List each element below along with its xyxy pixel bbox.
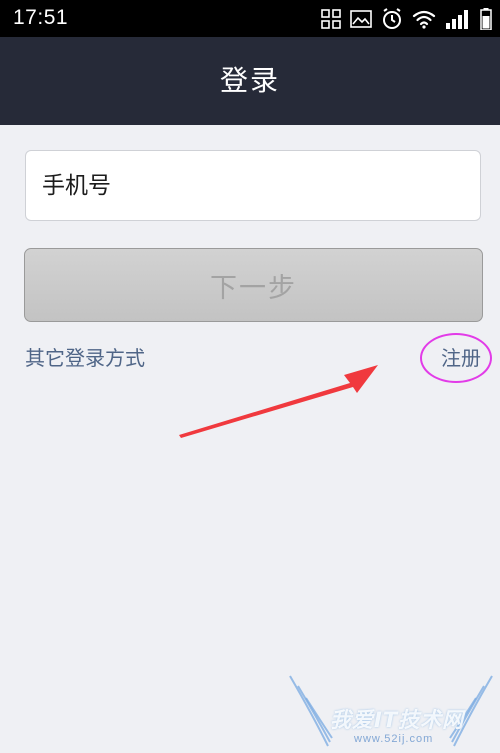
other-login-methods-link[interactable]: 其它登录方式 — [25, 344, 145, 372]
watermark-url: www.52ij.com — [354, 733, 434, 745]
watermark-wings-icon — [289, 675, 493, 747]
annotation-arrow-icon — [179, 365, 378, 438]
nav-bar: 登录 — [0, 37, 500, 125]
status-bar: 17:51 — [0, 0, 500, 37]
grid-icon — [321, 9, 341, 29]
battery-icon — [480, 8, 492, 30]
status-icons — [321, 6, 492, 32]
watermark-text: 我爱IT技术网 — [330, 708, 465, 732]
image-icon — [350, 10, 372, 28]
signal-icon — [446, 10, 468, 29]
wifi-icon — [412, 10, 436, 29]
register-link[interactable]: 注册 — [441, 344, 481, 372]
next-step-button[interactable]: 下一步 — [24, 248, 483, 322]
phone-number-input[interactable] — [25, 150, 481, 221]
watermark: 我爱IT技术网 www.52ij.com — [282, 674, 500, 753]
page-title: 登录 — [219, 64, 280, 97]
status-time: 17:51 — [13, 6, 69, 29]
alarm-icon — [383, 8, 401, 29]
